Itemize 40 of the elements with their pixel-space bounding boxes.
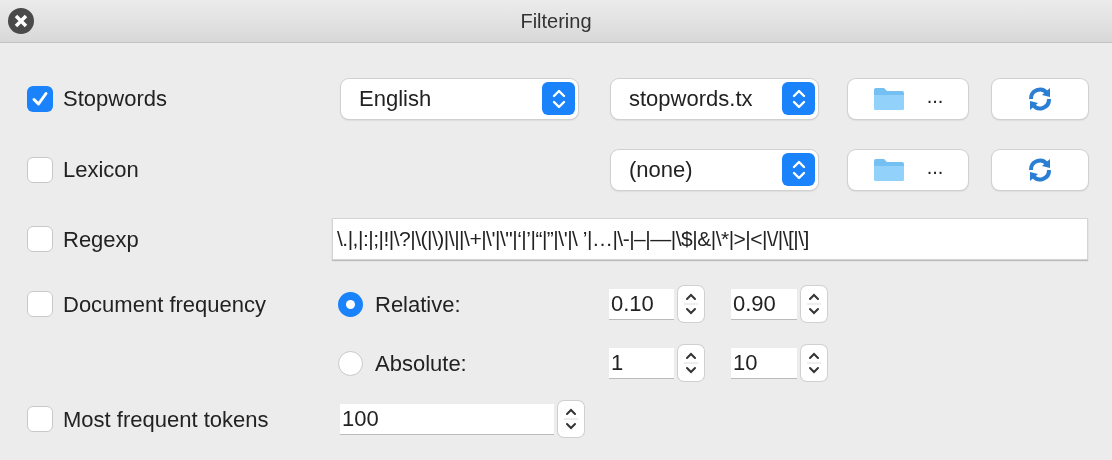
checkbox-label: Stopwords (63, 85, 167, 113)
stepper[interactable] (801, 286, 827, 322)
radio-button[interactable]: Relative: (338, 287, 609, 321)
number-field[interactable]: 100 (340, 403, 554, 435)
checkbox[interactable] (27, 156, 53, 183)
number-field[interactable]: 0.90 (731, 288, 797, 320)
regexp-field[interactable]: \.|,|:|;|!|\?|\(|\)|\||\+|\'|\"|‘|’|“|”|\'|\ ’|…|\-|–|—|\$|&|\*|>|<|\/|\[|\] (332, 218, 1088, 260)
folder-icon (872, 157, 905, 182)
checkbox[interactable] (27, 406, 53, 432)
stepper[interactable] (558, 401, 584, 437)
checkbox[interactable] (27, 226, 53, 252)
browse-button[interactable]: ... (848, 78, 968, 119)
checkbox-label: Document frequency (63, 290, 266, 319)
checkmark-icon (31, 89, 49, 108)
dropdown-arrows-icon (782, 153, 815, 186)
number-field[interactable]: 10 (731, 347, 797, 379)
checkbox-label: Lexicon (63, 156, 139, 184)
dropdown-arrows-icon (782, 82, 815, 115)
window-title: Filtering (520, 9, 592, 34)
reload-button[interactable] (992, 78, 1088, 119)
checkbox[interactable] (27, 85, 53, 112)
refresh-icon (1026, 155, 1054, 184)
refresh-icon (1026, 84, 1054, 113)
checkbox-label: Most frequent tokens (63, 405, 269, 434)
reload-button[interactable] (992, 149, 1088, 190)
stepper[interactable] (801, 345, 827, 381)
number-field[interactable]: 0.10 (609, 288, 674, 320)
browse-button[interactable]: ... (848, 149, 968, 190)
checkbox[interactable] (27, 291, 53, 317)
radio-button[interactable]: Absolute: (338, 346, 609, 380)
folder-icon (872, 86, 905, 111)
dropdown-arrows-icon (542, 82, 575, 115)
close-icon[interactable] (6, 6, 36, 36)
dropdown[interactable]: English (341, 78, 578, 119)
checkbox-label: Regexp (63, 225, 139, 254)
number-field[interactable]: 1 (609, 347, 674, 379)
stepper[interactable] (678, 345, 704, 381)
dropdown[interactable]: (none) (611, 149, 818, 190)
dropdown[interactable]: stopwords.tx (611, 78, 818, 119)
stepper[interactable] (678, 286, 704, 322)
